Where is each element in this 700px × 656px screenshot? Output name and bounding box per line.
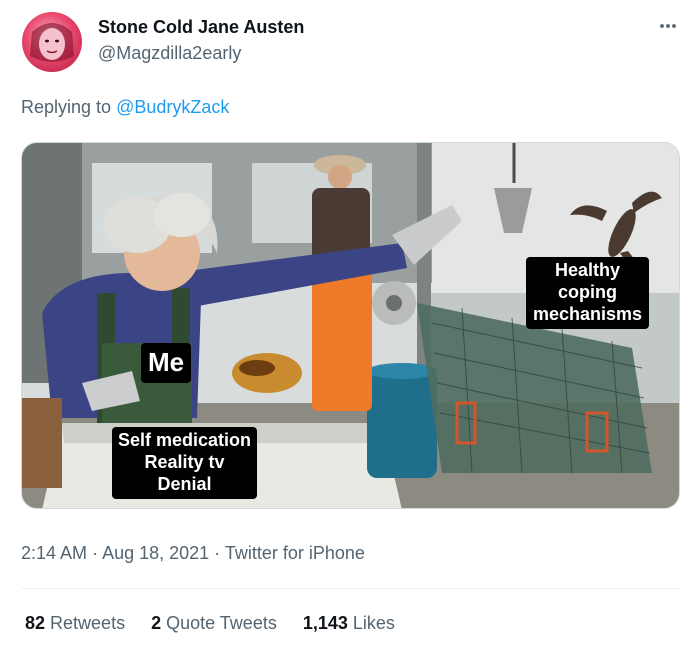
- replying-to: Replying to @BudrykZack: [21, 97, 229, 118]
- avatar-image: [30, 23, 74, 62]
- reply-mention-link[interactable]: @BudrykZack: [116, 97, 229, 117]
- more-horizontal-icon[interactable]: [654, 16, 682, 36]
- retweets-stat[interactable]: 82 Retweets: [25, 613, 125, 634]
- divider: [21, 588, 680, 589]
- likes-count: 1,143: [302, 613, 348, 633]
- tweet-date[interactable]: Aug 18, 2021: [102, 543, 209, 563]
- quote-tweets-label: Quote Tweets: [161, 613, 277, 633]
- retweets-count: 82: [25, 613, 46, 633]
- replying-prefix: Replying to: [21, 97, 117, 117]
- quote-tweets-count: 2: [151, 613, 162, 633]
- tweet-stats: 82 Retweets 2 Quote Tweets 1,143 Likes: [25, 613, 395, 634]
- likes-label: Likes: [347, 613, 395, 633]
- meta-separator: ·: [209, 543, 225, 563]
- meta-separator: ·: [87, 543, 103, 563]
- label-self-medication: Self medication Reality tv Denial: [112, 427, 258, 499]
- display-name[interactable]: Stone Cold Jane Austen: [98, 17, 304, 38]
- user-handle[interactable]: @Magzdilla2early: [98, 43, 241, 64]
- likes-stat[interactable]: 1,143 Likes: [303, 613, 395, 634]
- tweet-source[interactable]: Twitter for iPhone: [225, 543, 365, 563]
- retweets-label: Retweets: [45, 613, 126, 633]
- label-healthy-coping: Healthy coping mechanisms: [526, 257, 650, 329]
- avatar[interactable]: [22, 12, 82, 72]
- tweet-meta: 2:14 AM · Aug 18, 2021 · Twitter for iPh…: [21, 543, 365, 564]
- label-me: Me: [141, 343, 192, 383]
- quote-tweets-stat[interactable]: 2 Quote Tweets: [151, 613, 277, 634]
- tweet-media-image[interactable]: Me Self medication Reality tv Denial Hea…: [21, 142, 680, 509]
- tweet-time[interactable]: 2:14 AM: [21, 543, 87, 563]
